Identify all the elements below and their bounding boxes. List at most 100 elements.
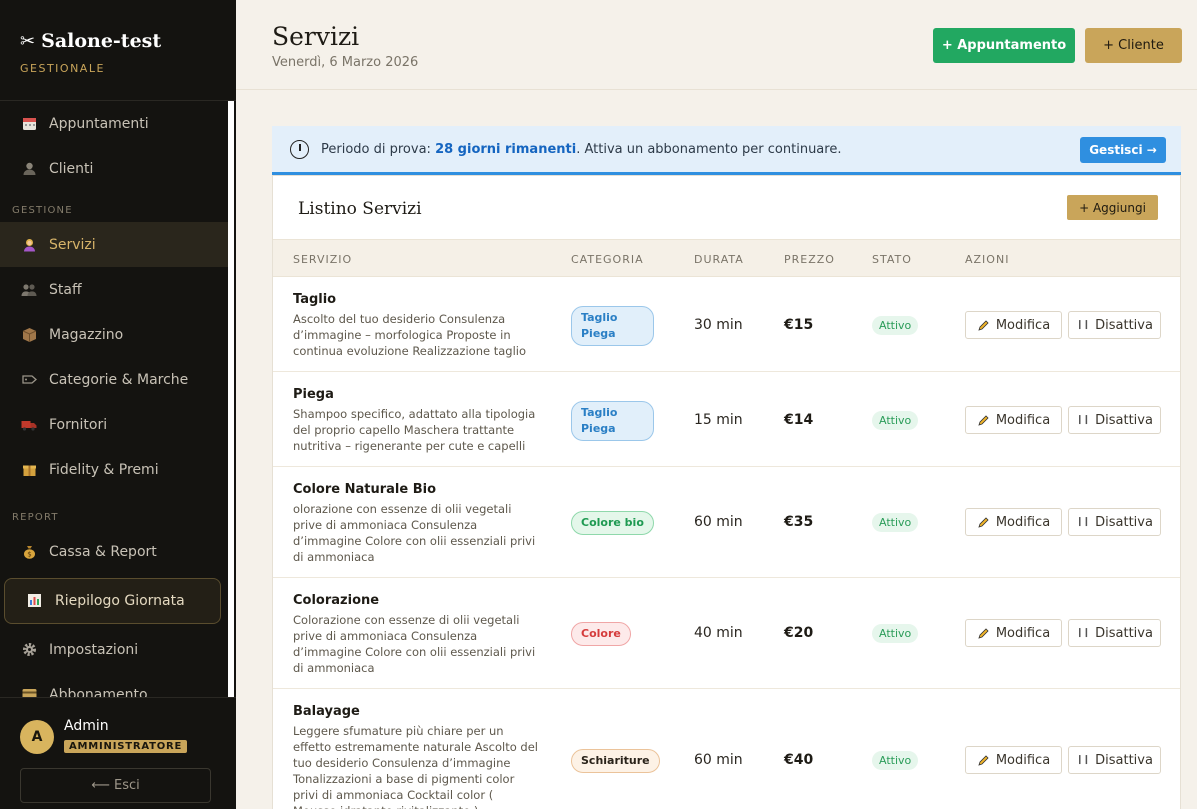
pencil-icon [978, 754, 989, 766]
gift-icon [21, 462, 37, 478]
disable-button[interactable]: ❙❙ Disattiva [1068, 619, 1161, 647]
pause-icon: ❙❙ [1076, 517, 1090, 527]
service-description: Leggere sfumature più chiare per un effe… [293, 724, 538, 809]
person-icon [21, 161, 37, 177]
pencil-icon [978, 414, 989, 426]
trial-text: Periodo di prova: 28 giorni rimanenti. A… [321, 142, 841, 157]
sidebar-item-magazzino[interactable]: Magazzino [0, 312, 228, 357]
edit-button[interactable]: Modifica [965, 508, 1062, 536]
sidebar-item-label: Clienti [49, 160, 94, 177]
table-row: Colore Naturale Bio olorazione con essen… [273, 467, 1180, 578]
bar-chart-icon [27, 593, 43, 609]
sidebar-item-abbonamento[interactable]: Abbonamento [0, 672, 228, 697]
pause-icon: ❙❙ [1076, 628, 1090, 638]
pause-icon: ❙❙ [1076, 755, 1090, 765]
page-header: Servizi Venerdì, 6 Marzo 2026 + Appuntam… [236, 0, 1197, 90]
brand-name: Salone-test [41, 30, 162, 52]
edit-button[interactable]: Modifica [965, 619, 1062, 647]
sidebar-scrollbar[interactable] [228, 101, 234, 697]
sidebar-item-fidelity[interactable]: Fidelity & Premi [0, 447, 228, 492]
disable-button[interactable]: ❙❙ Disattiva [1068, 746, 1161, 774]
disable-label: Disattiva [1095, 514, 1153, 530]
category-badge: Schiariture [571, 749, 660, 773]
sidebar-item-categorie[interactable]: Categorie & Marche [0, 357, 228, 402]
brand-title: ✂ Salone-test [20, 30, 236, 52]
status-badge: Attivo [872, 751, 919, 770]
sidebar-item-label: Magazzino [49, 326, 124, 343]
avatar: A [20, 720, 54, 754]
gear-icon [21, 642, 37, 658]
pencil-icon [978, 319, 989, 331]
service-description: olorazione con essenze di olii vegetali … [293, 502, 536, 564]
pencil-icon [978, 627, 989, 639]
sidebar-item-appuntamenti[interactable]: Appuntamenti [0, 101, 228, 146]
disable-button[interactable]: ❙❙ Disattiva [1068, 508, 1161, 536]
new-client-button[interactable]: + Cliente [1085, 28, 1182, 63]
edit-label: Modifica [995, 625, 1051, 641]
svg-text:$: $ [27, 551, 31, 559]
edit-label: Modifica [995, 752, 1051, 768]
service-price: €35 [784, 514, 814, 530]
edit-button[interactable]: Modifica [965, 406, 1062, 434]
service-duration: 60 min [694, 514, 743, 530]
col-stato: STATO [872, 253, 912, 266]
status-badge: Attivo [872, 624, 919, 643]
disable-label: Disattiva [1095, 412, 1153, 428]
edit-button[interactable]: Modifica [965, 311, 1062, 339]
nav-section-report: REPORT [12, 512, 59, 523]
sidebar-item-staff[interactable]: Staff [0, 267, 228, 312]
disable-button[interactable]: ❙❙ Disattiva [1068, 311, 1161, 339]
disable-label: Disattiva [1095, 317, 1153, 333]
sidebar-item-impostazioni[interactable]: Impostazioni [0, 627, 228, 672]
service-description: Ascolto del tuo desiderio Consulenza d’i… [293, 312, 526, 358]
service-price: €15 [784, 317, 814, 333]
sidebar-item-label: Fornitori [49, 416, 108, 433]
pause-icon: ❙❙ [1076, 320, 1090, 330]
service-duration: 40 min [694, 625, 743, 641]
sidebar-item-label: Appuntamenti [49, 115, 149, 132]
service-name: Balayage [293, 704, 360, 719]
service-name: Colore Naturale Bio [293, 482, 437, 497]
table-row: Taglio Ascolto del tuo desiderio Consule… [273, 277, 1180, 372]
trial-suffix: . Attiva un abbonamento per continuare. [576, 141, 842, 157]
card-title: Listino Servizi [298, 199, 422, 219]
service-price: €20 [784, 625, 814, 641]
sidebar-item-label: Cassa & Report [49, 543, 157, 560]
col-servizio: SERVIZIO [293, 253, 353, 266]
new-appointment-button[interactable]: + Appuntamento [933, 28, 1075, 63]
sidebar-item-servizi[interactable]: Servizi [0, 222, 228, 267]
service-name: Colorazione [293, 593, 380, 608]
col-prezzo: PREZZO [784, 253, 835, 266]
table-header: SERVIZIO CATEGORIA DURATA PREZZO STATO A… [273, 239, 1180, 277]
col-azioni: AZIONI [965, 253, 1010, 266]
logout-button[interactable]: ⟵ Esci [20, 768, 211, 803]
edit-button[interactable]: Modifica [965, 746, 1062, 774]
money-bag-icon: $ [21, 544, 37, 560]
col-durata: DURATA [694, 253, 744, 266]
col-categoria: CATEGORIA [571, 253, 644, 266]
add-service-button[interactable]: + Aggiungi [1067, 195, 1158, 220]
edit-label: Modifica [995, 514, 1051, 530]
sidebar-item-fornitori[interactable]: Fornitori [0, 402, 228, 447]
card-icon [21, 687, 37, 697]
sidebar-item-label: Fidelity & Premi [49, 461, 159, 478]
sidebar-item-riepilogo[interactable]: Riepilogo Giornata [4, 578, 221, 624]
manage-subscription-button[interactable]: Gestisci → [1080, 137, 1166, 163]
service-duration: 15 min [694, 412, 743, 428]
trial-banner: Periodo di prova: 28 giorni rimanenti. A… [272, 126, 1181, 175]
service-duration: 60 min [694, 752, 743, 768]
page-date: Venerdì, 6 Marzo 2026 [272, 55, 419, 70]
hairdresser-icon [21, 237, 37, 253]
pencil-icon [978, 516, 989, 528]
status-badge: Attivo [872, 513, 919, 532]
service-price: €14 [784, 412, 814, 428]
table-row: Piega Shampoo specifico, adattato alla t… [273, 372, 1180, 467]
category-badge: Taglio Piega [571, 306, 654, 346]
category-badge: Taglio Piega [571, 401, 654, 441]
disable-button[interactable]: ❙❙ Disattiva [1068, 406, 1161, 434]
sidebar-item-clienti[interactable]: Clienti [0, 146, 228, 191]
user-role-badge: AMMINISTRATORE [64, 740, 188, 753]
sidebar-nav: Appuntamenti Clienti GESTIONE Servizi St… [0, 101, 228, 697]
table-row: Colorazione Colorazione con essenze di o… [273, 578, 1180, 689]
sidebar-item-cassa[interactable]: $ Cassa & Report [0, 529, 228, 574]
